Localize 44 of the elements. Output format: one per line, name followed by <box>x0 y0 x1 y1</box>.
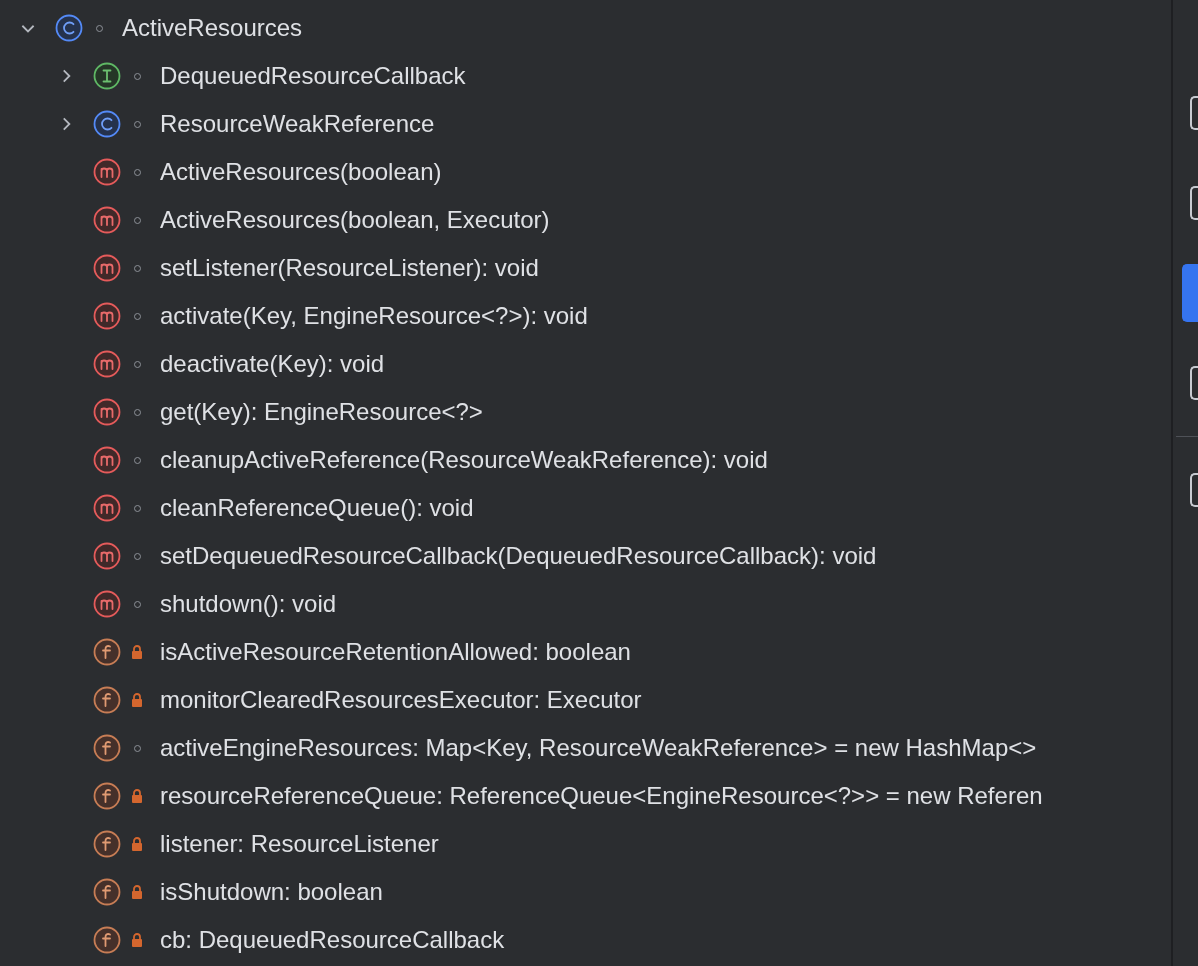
method-icon <box>93 254 121 282</box>
tree-item[interactable]: listener: ResourceListener <box>160 830 439 858</box>
tree-item[interactable]: setDequeuedResourceCallback(DequeuedResourceCallback): void <box>160 542 877 570</box>
tree-item[interactable]: activate(Key, EngineResource<?>): void <box>160 302 588 330</box>
tree-item[interactable]: resourceReferenceQueue: ReferenceQueue<EngineResource<?>> = new Referen <box>160 782 1043 810</box>
method-icon <box>93 494 121 522</box>
tree-item[interactable]: shutdown(): void <box>160 590 337 618</box>
interface-icon <box>93 62 121 90</box>
tree-item[interactable]: isActiveResourceRetentionAllowed: boolean <box>160 638 631 666</box>
tree-item[interactable]: setListener(ResourceListener): void <box>160 254 539 282</box>
tree-item[interactable]: get(Key): EngineResource<?> <box>160 398 483 426</box>
method-icon <box>93 350 121 378</box>
method-icon <box>93 542 121 570</box>
tree-item[interactable]: ResourceWeakReference <box>160 110 435 138</box>
method-icon <box>93 158 121 186</box>
field-icon <box>93 830 121 858</box>
tree-item[interactable]: activeEngineResources: Map<Key, ResourceWeakReference> = new HashMap<> <box>160 734 1037 762</box>
method-icon <box>93 590 121 618</box>
tool-window-icon[interactable] <box>1190 96 1198 130</box>
tree-item[interactable]: cleanReferenceQueue(): void <box>160 494 474 522</box>
field-icon <box>93 686 121 714</box>
tree-item[interactable]: DequeuedResourceCallback <box>160 62 466 90</box>
tool-window-icon[interactable] <box>1190 186 1198 220</box>
tree-item[interactable]: cb: DequeuedResourceCallback <box>160 926 505 954</box>
field-icon <box>93 926 121 954</box>
tree-item[interactable]: ActiveResources(boolean) <box>160 158 442 186</box>
method-icon <box>93 206 121 234</box>
field-icon <box>93 734 121 762</box>
tree-item[interactable]: cleanupActiveReference(ResourceWeakReference): void <box>160 446 768 474</box>
tree-item[interactable]: isShutdown: boolean <box>160 878 383 906</box>
tree-item[interactable]: deactivate(Key): void <box>160 350 385 378</box>
tool-window-icon[interactable] <box>1190 473 1198 507</box>
field-icon <box>93 638 121 666</box>
tree-item[interactable]: monitorClearedResourcesExecutor: Executor <box>160 686 642 714</box>
class-icon <box>93 110 121 138</box>
method-icon <box>93 398 121 426</box>
tree-item[interactable]: ActiveResources(boolean, Executor) <box>160 206 550 234</box>
method-icon <box>93 302 121 330</box>
field-icon <box>93 878 121 906</box>
field-icon <box>93 782 121 810</box>
tree-item[interactable]: ActiveResources <box>122 14 303 42</box>
tool-window-icon[interactable] <box>1190 366 1198 400</box>
class-icon <box>55 14 83 42</box>
method-icon <box>93 446 121 474</box>
